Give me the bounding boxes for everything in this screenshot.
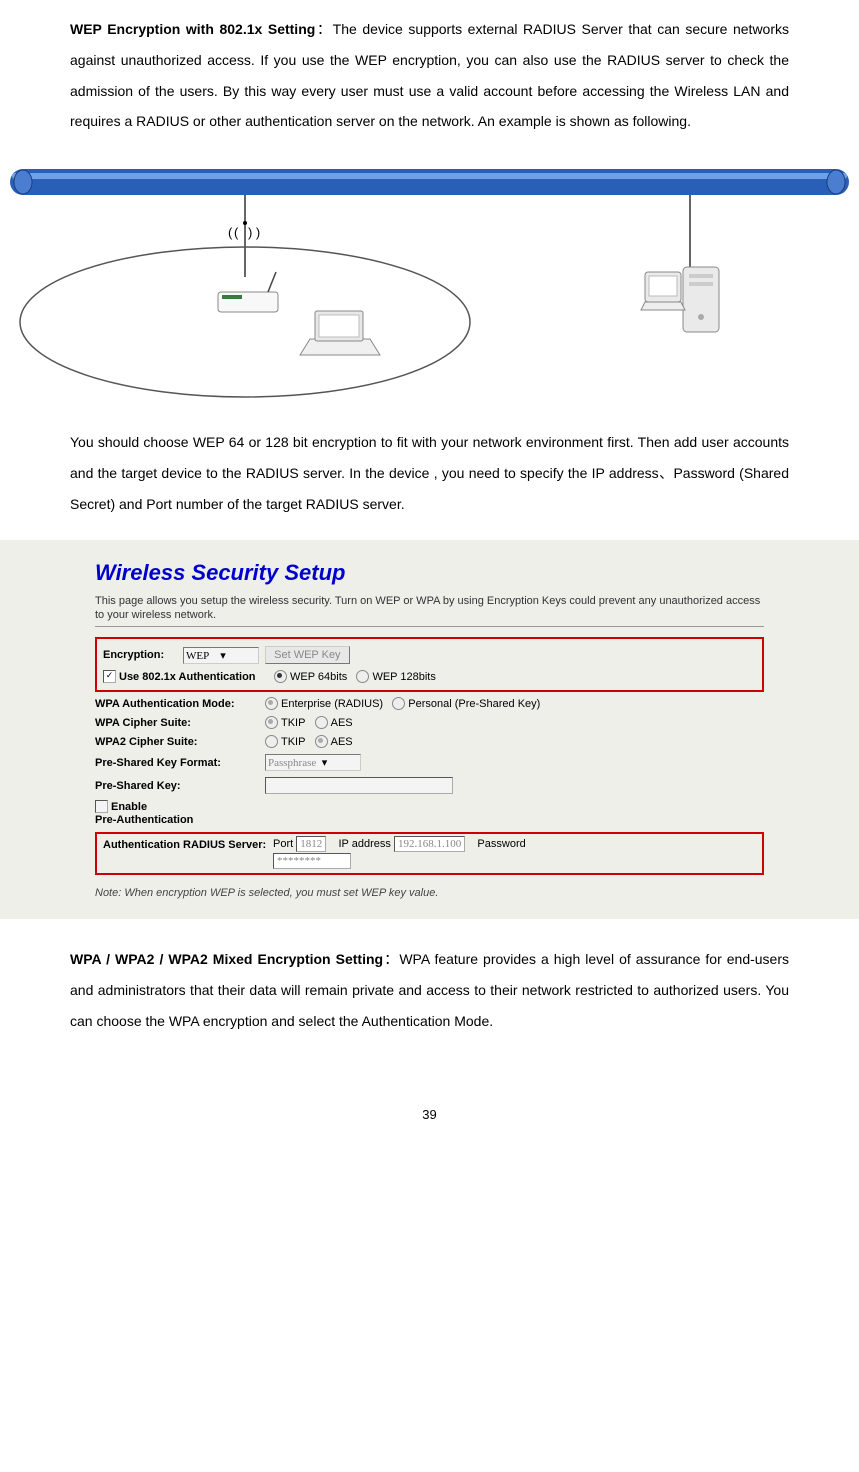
wep64-label: WEP 64bits bbox=[290, 671, 347, 683]
enable-preauth-checkbox bbox=[95, 800, 108, 813]
personal-label: Personal (Pre-Shared Key) bbox=[408, 698, 540, 710]
wpa-aes-label: AES bbox=[331, 717, 353, 729]
port-input[interactable]: 1812 bbox=[296, 836, 326, 852]
wpa-aes-radio bbox=[315, 716, 328, 729]
wep-paragraph: WEP Encryption with 802.1x Setting：The d… bbox=[70, 14, 789, 137]
wpa2-aes-label: AES bbox=[331, 736, 353, 748]
wep-body: The device supports external RADIUS Serv… bbox=[70, 21, 789, 129]
use-8021x-label: Use 802.1x Authentication bbox=[119, 671, 274, 683]
enable-preauth-label: Enable bbox=[111, 801, 147, 813]
preauth-label-line2: Pre-Authentication bbox=[95, 814, 764, 826]
wpa-cipher-label: WPA Cipher Suite: bbox=[95, 717, 265, 729]
ip-address-input[interactable]: 192.168.1.100 bbox=[394, 836, 465, 852]
psk-format-label: Pre-Shared Key Format: bbox=[95, 757, 265, 769]
wpa2-tkip-radio bbox=[265, 735, 278, 748]
radius-label: Authentication RADIUS Server: bbox=[103, 838, 273, 853]
network-diagram: ( ( ) ) bbox=[0, 157, 859, 407]
enterprise-radio bbox=[265, 697, 278, 710]
wpa-paragraph: WPA / WPA2 / WPA2 Mixed Encryption Setti… bbox=[70, 944, 789, 1036]
choose-wep-paragraph: You should choose WEP 64 or 128 bit encr… bbox=[70, 427, 789, 519]
psk-input bbox=[265, 777, 453, 794]
encryption-select[interactable]: WEP ▾ bbox=[183, 647, 259, 664]
panel-description: This page allows you setup the wireless … bbox=[95, 594, 764, 623]
wpa-tkip-label: TKIP bbox=[281, 717, 305, 729]
wep64-radio[interactable] bbox=[274, 670, 287, 683]
wep-heading: WEP Encryption with 802.1x Setting bbox=[70, 21, 315, 37]
wep128-label: WEP 128bits bbox=[372, 671, 435, 683]
radius-highlight-box: Authentication RADIUS Server: Port 1812 … bbox=[95, 832, 764, 875]
personal-radio bbox=[392, 697, 405, 710]
wep128-radio[interactable] bbox=[356, 670, 369, 683]
page-number: 39 bbox=[0, 1107, 859, 1142]
wireless-security-panel: Wireless Security Setup This page allows… bbox=[0, 540, 859, 920]
panel-title: Wireless Security Setup bbox=[95, 560, 764, 586]
divider bbox=[95, 626, 764, 627]
password-label: Password bbox=[477, 838, 525, 850]
ip-address-label: IP address bbox=[338, 838, 390, 850]
psk-format-select: Passphrase ▾ bbox=[265, 754, 361, 771]
encryption-highlight-box: Encryption: WEP ▾ Set WEP Key ✓ Use 802.… bbox=[95, 637, 764, 692]
encryption-label: Encryption: bbox=[103, 649, 183, 661]
psk-label: Pre-Shared Key: bbox=[95, 780, 265, 792]
wpa-auth-label: WPA Authentication Mode: bbox=[95, 698, 265, 710]
wpa2-cipher-label: WPA2 Cipher Suite: bbox=[95, 736, 265, 748]
svg-text:( ( ) ): ( ( ) ) bbox=[228, 225, 260, 240]
wpa2-aes-radio bbox=[315, 735, 328, 748]
use-8021x-checkbox[interactable]: ✓ bbox=[103, 670, 116, 683]
set-wep-key-button[interactable]: Set WEP Key bbox=[265, 646, 349, 664]
wpa-heading: WPA / WPA2 / WPA2 Mixed Encryption Setti… bbox=[70, 951, 383, 967]
wpa2-tkip-label: TKIP bbox=[281, 736, 305, 748]
note-text: Note: When encryption WEP is selected, y… bbox=[95, 887, 764, 899]
port-label: Port bbox=[273, 838, 293, 850]
enterprise-label: Enterprise (RADIUS) bbox=[281, 698, 383, 710]
wpa-tkip-radio bbox=[265, 716, 278, 729]
password-input[interactable]: ******** bbox=[273, 853, 351, 869]
